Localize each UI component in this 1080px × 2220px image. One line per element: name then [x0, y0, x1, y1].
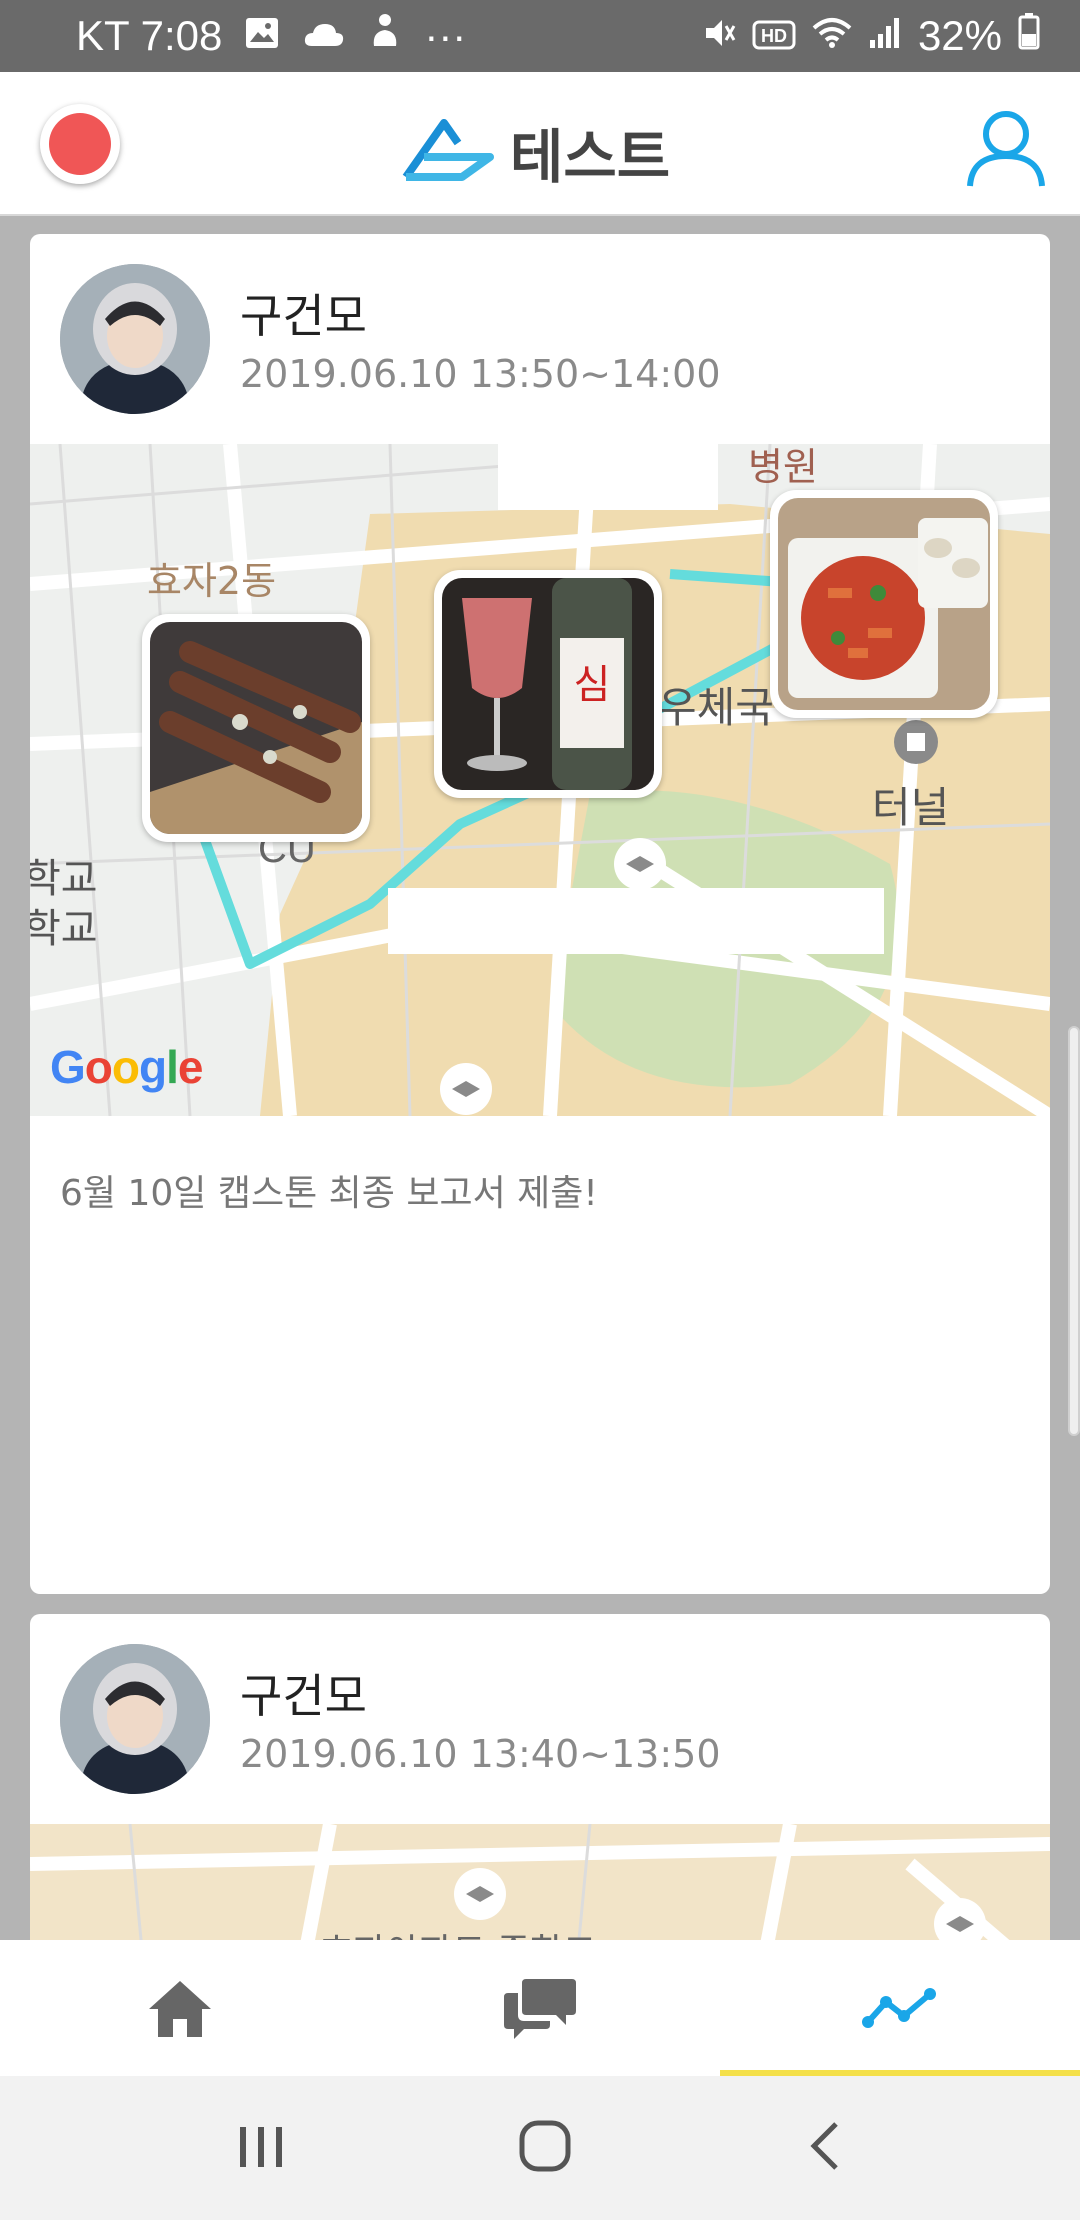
- svg-text:심: 심: [574, 662, 611, 708]
- system-navigation: [0, 2076, 1080, 2220]
- bottom-navigation: [0, 1940, 1080, 2076]
- logo-icon: [400, 117, 496, 187]
- back-button[interactable]: [804, 2118, 844, 2178]
- hd-badge: HD: [752, 12, 796, 60]
- feed-list[interactable]: 구건모 2019.06.10 13:50~14:00 효자2동 병원 우체국 터…: [0, 216, 1080, 1940]
- chat-icon: [504, 1979, 576, 2039]
- svg-text:학교: 학교: [30, 906, 98, 952]
- scrollbar[interactable]: [1068, 1026, 1080, 1436]
- photo-marker-skewers[interactable]: [142, 614, 370, 842]
- profile-button[interactable]: [964, 106, 1048, 190]
- app-brand: 테스트: [400, 110, 670, 194]
- battery-icon: [1018, 12, 1040, 60]
- status-bar: KT 7:08 ··· HD 32%: [0, 0, 1080, 72]
- gallery-icon: [244, 12, 280, 60]
- svg-text:HD: HD: [761, 26, 787, 46]
- home-button[interactable]: [517, 2118, 573, 2178]
- svg-text:터널: 터널: [872, 783, 949, 832]
- trend-icon: [862, 1988, 936, 2028]
- post-author: 구건모: [240, 1669, 367, 1723]
- app-title: 테스트: [510, 123, 671, 191]
- cloud-icon: [302, 12, 346, 60]
- record-button[interactable]: [40, 104, 120, 184]
- post-author: 구건모: [240, 289, 367, 343]
- post-time: 2019.06.10 13:40~13:50: [240, 1732, 721, 1776]
- avatar[interactable]: [60, 264, 210, 414]
- record-icon: [49, 113, 111, 175]
- more-notifications: ···: [424, 12, 467, 59]
- recents-button[interactable]: [236, 2121, 286, 2175]
- user-icon: [967, 111, 1045, 187]
- wifi-icon: [812, 12, 852, 60]
- post-time: 2019.06.10 13:50~14:00: [240, 352, 721, 396]
- notification-icon: [368, 12, 402, 60]
- battery-percent: 32%: [917, 12, 1002, 59]
- home-icon: [149, 1981, 211, 2037]
- tab-chat[interactable]: [360, 1940, 720, 2076]
- tab-home[interactable]: [0, 1940, 360, 2076]
- carrier-time: KT 7:08: [76, 12, 223, 59]
- photo-marker-drink[interactable]: 심: [434, 570, 662, 798]
- svg-text:우체국: 우체국: [658, 683, 774, 732]
- route-map[interactable]: 효자2동 병원 우체국 터널 학교 학교 CU 심 Google: [30, 444, 1050, 1116]
- svg-text:효자아파트 중학교: 효자아파트 중학교: [320, 1932, 596, 1940]
- avatar[interactable]: [60, 1644, 210, 1794]
- post-card[interactable]: 구건모 2019.06.10 13:40~13:50 효자아파트 중학교: [30, 1614, 1050, 1940]
- google-attribution: Google: [50, 1041, 203, 1093]
- route-map[interactable]: 효자아파트 중학교: [30, 1824, 1050, 1940]
- post-text: 6월 10일 캡스톤 최종 보고서 제출!: [60, 1173, 598, 1214]
- mute-icon: [702, 12, 736, 60]
- app-header: 테스트: [0, 72, 1080, 216]
- back-icon: [810, 2122, 839, 2170]
- post-card[interactable]: 구건모 2019.06.10 13:50~14:00 효자2동 병원 우체국 터…: [30, 234, 1050, 1594]
- svg-text:학교: 학교: [30, 856, 98, 902]
- recents-icon: [239, 2127, 282, 2167]
- svg-text:효자2동: 효자2동: [147, 559, 276, 603]
- svg-text:병원: 병원: [748, 445, 818, 489]
- tab-activity[interactable]: [720, 1940, 1080, 2076]
- home-circle-icon: [519, 2120, 571, 2172]
- photo-marker-tteokbokki[interactable]: [770, 490, 998, 718]
- signal-icon: [868, 12, 902, 60]
